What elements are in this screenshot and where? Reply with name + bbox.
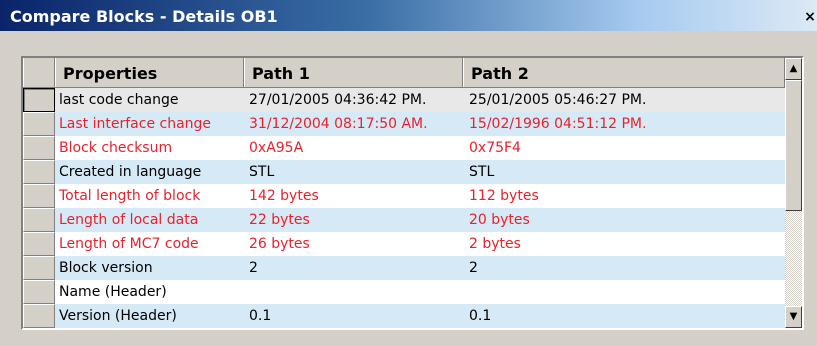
table-row[interactable]: Name (Header)	[23, 280, 785, 304]
path1-cell: 142 bytes	[249, 188, 319, 204]
path1-cell: 2	[249, 260, 258, 276]
table-row[interactable]: last code change 27/01/2005 04:36:42 PM. 2…	[23, 88, 785, 112]
row-header[interactable]	[23, 232, 55, 256]
table-row[interactable]: Last interface change 31/12/2004 08:17:50…	[23, 112, 785, 136]
property-cell: Version (Header)	[59, 308, 177, 324]
row-header[interactable]	[23, 304, 55, 328]
table-row[interactable]: Version (Header) 0.1 0.1	[23, 304, 785, 328]
table-row[interactable]: Length of MC7 code 26 bytes 2 bytes	[23, 232, 785, 256]
row-header[interactable]	[23, 112, 55, 136]
column-header-properties[interactable]: Properties	[55, 58, 244, 87]
path2-cell: 112 bytes	[469, 188, 539, 204]
table-row[interactable]: Block version 2 2	[23, 256, 785, 280]
table-row[interactable]: Length of local data 22 bytes 20 bytes	[23, 208, 785, 232]
property-cell: Block version	[59, 260, 153, 276]
path1-cell: 31/12/2004 08:17:50 AM.	[249, 116, 428, 132]
path1-cell: 26 bytes	[249, 236, 310, 252]
row-header[interactable]	[23, 280, 55, 304]
vertical-scrollbar[interactable]: ▲ ▼	[785, 58, 802, 328]
close-icon[interactable]: ×	[803, 9, 817, 25]
path1-cell	[249, 280, 468, 304]
path2-cell: 2 bytes	[469, 236, 521, 252]
window-title: Compare Blocks - Details OB1	[10, 7, 278, 26]
path2-cell: STL	[469, 164, 495, 180]
path1-cell: 22 bytes	[249, 212, 310, 228]
property-cell: last code change	[59, 92, 179, 108]
path1-cell: 0.1	[249, 308, 272, 324]
scroll-up-icon[interactable]: ▲	[785, 58, 802, 80]
scroll-down-icon[interactable]: ▼	[785, 306, 802, 328]
property-cell: Last interface change	[59, 116, 212, 132]
path2-cell	[469, 280, 785, 304]
row-header[interactable]	[23, 256, 55, 280]
column-header-path2[interactable]: Path 2	[463, 58, 785, 87]
path2-cell: 0.1	[469, 308, 492, 324]
property-cell: Created in language	[59, 164, 202, 180]
title-bar[interactable]: Compare Blocks - Details OB1 ×	[0, 0, 817, 31]
property-cell: Length of MC7 code	[59, 236, 199, 252]
scroll-thumb[interactable]	[785, 80, 802, 211]
grid-body: Properties Path 1 Path 2 last code chang…	[23, 58, 785, 328]
path2-cell: 2	[469, 260, 478, 276]
row-header[interactable]	[23, 208, 55, 232]
path2-cell: 25/01/2005 05:46:27 PM.	[469, 92, 647, 108]
grid-header: Properties Path 1 Path 2	[23, 58, 785, 88]
path2-cell: 0x75F4	[469, 140, 521, 156]
table-row[interactable]: Created in language STL STL	[23, 160, 785, 184]
compare-grid[interactable]: Properties Path 1 Path 2 last code chang…	[21, 56, 804, 330]
table-row[interactable]: Block checksum 0xA95A 0x75F4	[23, 136, 785, 160]
row-header[interactable]	[23, 88, 55, 112]
property-cell: Name (Header)	[59, 284, 167, 300]
property-cell: Total length of block	[59, 188, 201, 204]
row-header[interactable]	[23, 160, 55, 184]
table-row[interactable]: Total length of block 142 bytes 112 bytes	[23, 184, 785, 208]
corner-header-cell	[23, 58, 55, 87]
path2-cell: 20 bytes	[469, 212, 530, 228]
path1-cell: 27/01/2005 04:36:42 PM.	[249, 92, 427, 108]
property-cell: Length of local data	[59, 212, 199, 228]
row-header[interactable]	[23, 184, 55, 208]
path1-cell: STL	[249, 164, 275, 180]
property-cell: Block checksum	[59, 140, 173, 156]
path1-cell: 0xA95A	[249, 140, 304, 156]
column-header-path1[interactable]: Path 1	[244, 58, 463, 87]
row-header[interactable]	[23, 136, 55, 160]
path2-cell: 15/02/1996 04:51:12 PM.	[469, 116, 647, 132]
